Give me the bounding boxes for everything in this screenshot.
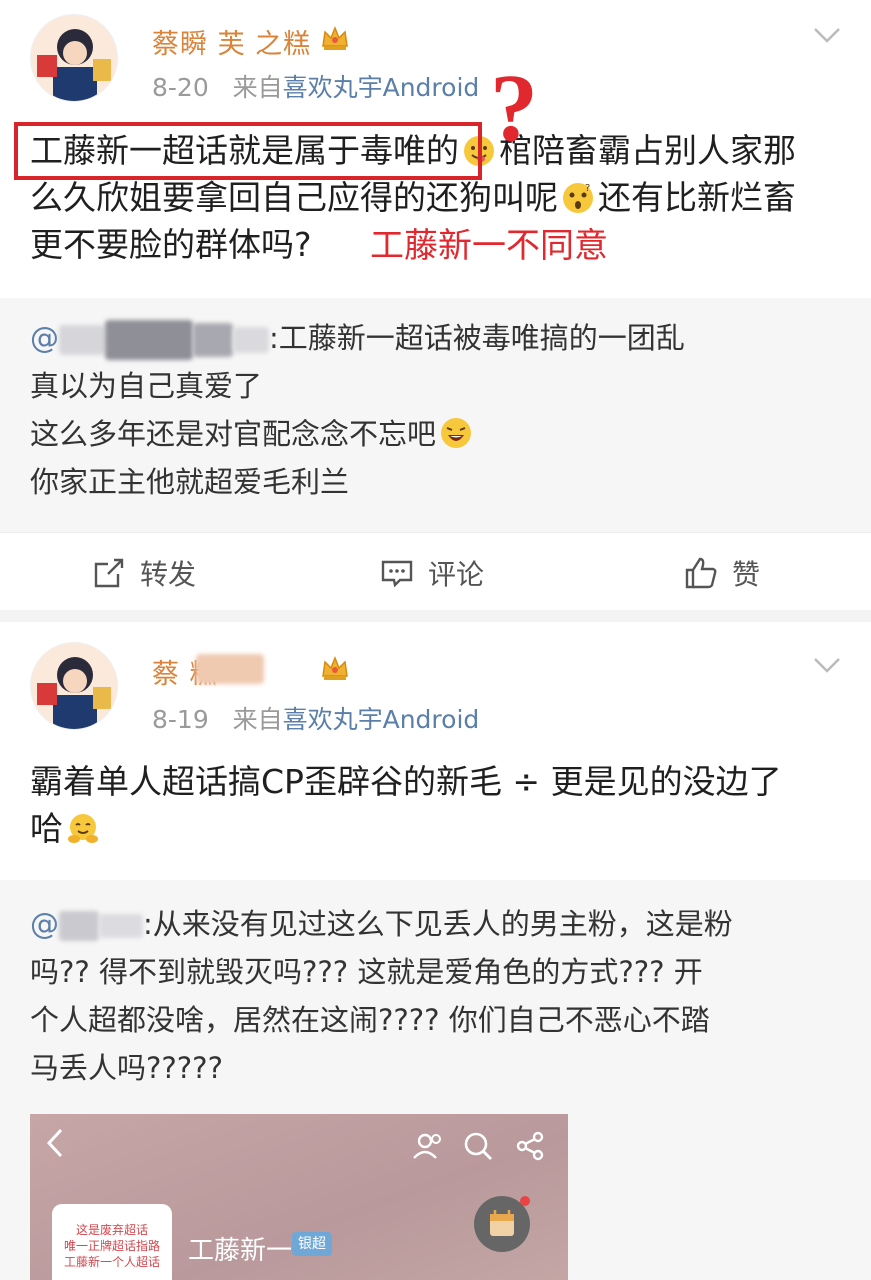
like-button[interactable]: 赞 (684, 553, 760, 593)
quoted-post[interactable]: @ :从来没有见过这么下见丢人的男主粉，这是粉 吗?? 得不到就毁灭吗??? 这就… (0, 880, 871, 1280)
body-text-1: 棺陪畜霸占别人家那 (499, 131, 796, 170)
mention[interactable]: @ (30, 321, 59, 355)
weibo-post-1: 蔡瞬 芙 之糕 8-20 来自喜欢丸宇Android 工藤新一超话就是属于毒唯的… (0, 0, 871, 610)
username[interactable]: 蔡瞬 芙 之糕 (152, 22, 311, 61)
quote-line-1: :从来没有见过这么下见丢人的男主粉，这是粉 (143, 907, 733, 941)
confused-emoji-icon: ? (563, 183, 593, 213)
chevron-down-icon[interactable] (813, 26, 841, 44)
vip-crown-icon (322, 25, 348, 50)
quoted-post[interactable]: @ :工藤新一超话被毒唯搞的一团乱 真以为自己真爱了 这么多年还是对官配念念不忘吧… (0, 298, 871, 532)
like-label: 赞 (732, 558, 761, 591)
comment-label: 评论 (428, 558, 485, 591)
comment-button[interactable]: 评论 (380, 553, 484, 593)
hug-emoji-icon (68, 814, 98, 843)
post-meta: 8-19 来自喜欢丸宇Android (152, 700, 479, 736)
source-prefix: 来自 (232, 705, 283, 734)
topic-title: 工藤新一 (188, 1236, 293, 1266)
attached-screenshot[interactable]: 这是废弃超话 唯一正牌超话指路 工藤新一个人超话 工藤新一 银超 (30, 1114, 568, 1280)
post-date: 8-19 (152, 705, 209, 734)
feed-divider (0, 610, 871, 622)
search-icon (464, 1132, 492, 1160)
avatar[interactable] (30, 642, 118, 730)
mention[interactable]: @ (30, 907, 59, 941)
annotation-note: 工藤新一不同意 (370, 226, 608, 266)
quote-line-2: 吗?? 得不到就毁灭吗??? 这就是爱角色的方式??? 开 (30, 955, 703, 989)
weibo-post-2: 蔡 糕 8-19 来自喜欢丸宇Android 霸着单人超话搞CP歪辟谷的新毛 ÷… (0, 622, 871, 1280)
quote-line-3: 这么多年还是对官配念念不忘吧 (30, 417, 437, 451)
source-prefix: 来自 (232, 73, 283, 102)
topic-cover-card: 这是废弃超话 唯一正牌超话指路 工藤新一个人超话 (52, 1204, 172, 1280)
quote-line-4: 马丢人吗????? (30, 1051, 223, 1085)
silver-badge: 银超 (292, 1232, 332, 1256)
annotation-box (14, 122, 482, 180)
repost-icon (94, 558, 124, 588)
quote-line-4: 你家正主他就超爱毛利兰 (30, 465, 350, 499)
annotation-question-mark: ? (490, 54, 538, 161)
notification-dot (520, 1196, 530, 1206)
repost-label: 转发 (140, 558, 197, 591)
action-bar: 转发 评论 赞 (0, 532, 871, 610)
back-arrow-icon (46, 1128, 63, 1158)
post-body: 霸着单人超话搞CP歪辟谷的新毛 ÷ 更是见的没边了 哈 (30, 758, 840, 852)
body-text-1: 霸着单人超话搞CP歪辟谷的新毛 ÷ 更是见的没边了 (30, 762, 782, 801)
vip-crown-icon (322, 655, 348, 680)
quote-line-1: :工藤新一超话被毒唯搞的一团乱 (269, 321, 685, 355)
username[interactable]: 蔡 糕 (152, 652, 264, 691)
repost-button[interactable]: 转发 (92, 553, 196, 593)
avatar[interactable] (30, 14, 118, 102)
quote-line-2: 真以为自己真爱了 (30, 369, 263, 403)
body-text-3: 更不要脸的群体吗? (30, 225, 312, 264)
post-date: 8-20 (152, 73, 209, 102)
chevron-down-icon[interactable] (813, 656, 841, 674)
body-text-2b: 还有比新烂畜 (598, 178, 796, 217)
post-meta: 8-20 来自喜欢丸宇Android (152, 68, 479, 104)
people-icon (413, 1133, 441, 1159)
thumbs-up-icon (685, 557, 717, 589)
body-text-2: 哈 (30, 809, 63, 848)
post-source[interactable]: 喜欢丸宇Android (283, 73, 480, 102)
svg-text:?: ? (585, 183, 590, 194)
share-icon (516, 1131, 544, 1161)
laughing-emoji-icon (441, 418, 472, 448)
post-source[interactable]: 喜欢丸宇Android (283, 705, 480, 734)
body-text-2: 么久欣姐要拿回自己应得的还狗叫呢 (30, 178, 558, 217)
comment-icon (381, 560, 413, 588)
quote-line-3: 个人超都没啥，居然在这闹???? 你们自己不恶心不踏 (30, 1003, 710, 1037)
